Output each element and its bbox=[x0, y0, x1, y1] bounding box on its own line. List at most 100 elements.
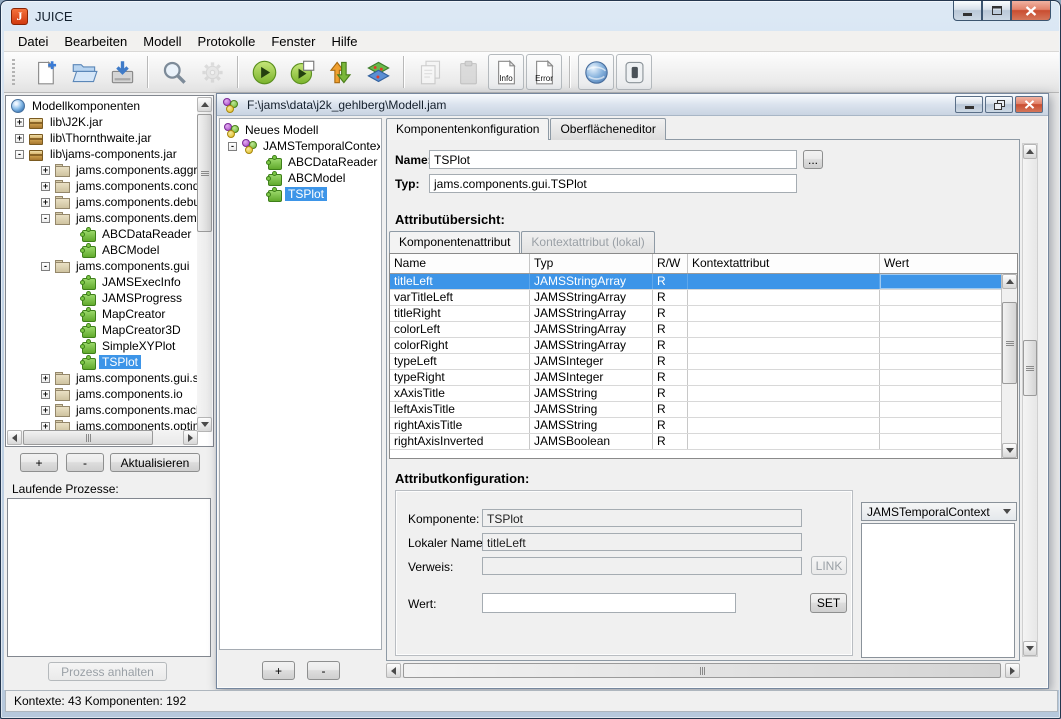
table-row-colorleft[interactable]: colorLeftJAMSStringArrayR bbox=[390, 322, 1017, 338]
device-button[interactable] bbox=[616, 54, 652, 90]
search-button[interactable] bbox=[156, 54, 192, 90]
paste-button[interactable] bbox=[450, 54, 486, 90]
tree-item-jams-components-machin[interactable]: +jams.components.machin bbox=[7, 402, 197, 418]
scroll-down-button[interactable] bbox=[1002, 443, 1017, 458]
tree-item-jams-components-gui-sp[interactable]: +jams.components.gui.sp bbox=[7, 370, 197, 386]
scroll-up-button[interactable] bbox=[1002, 274, 1017, 289]
expand-toggle-icon[interactable]: + bbox=[41, 182, 50, 191]
table-row-xaxistitle[interactable]: xAxisTitleJAMSStringR bbox=[390, 386, 1017, 402]
panel-vertical-scrollbar[interactable] bbox=[1022, 143, 1038, 657]
tree-item-jams-components-io[interactable]: +jams.components.io bbox=[7, 386, 197, 402]
table-row-rightaxisinverted[interactable]: rightAxisInvertedJAMSBooleanR bbox=[390, 434, 1017, 450]
tree-item-jams-components-debug[interactable]: +jams.components.debug bbox=[7, 194, 197, 210]
table-row-titleleft[interactable]: titleLeftJAMSStringArrayR bbox=[390, 274, 1017, 290]
scroll-down-button[interactable] bbox=[1023, 641, 1037, 656]
browse-button[interactable]: ... bbox=[803, 150, 823, 169]
expand-toggle-icon[interactable]: + bbox=[41, 390, 50, 399]
type-field[interactable]: jams.components.gui.TSPlot bbox=[429, 174, 797, 193]
value-field[interactable] bbox=[482, 593, 736, 613]
table-vertical-scrollbar[interactable] bbox=[1001, 274, 1017, 458]
component-tree-vertical-scrollbar[interactable] bbox=[197, 97, 212, 432]
column-header-r-w[interactable]: R/W bbox=[653, 254, 688, 273]
column-header-typ[interactable]: Typ bbox=[530, 254, 653, 273]
expand-toggle-icon[interactable]: + bbox=[41, 166, 50, 175]
tree-item-jamsprogress[interactable]: JAMSProgress bbox=[7, 290, 197, 306]
collapse-toggle-icon[interactable]: - bbox=[41, 214, 50, 223]
tree-item-jams-components-optimi[interactable]: +jams.components.optimi bbox=[7, 418, 197, 430]
model-add-button[interactable]: + bbox=[262, 661, 295, 680]
reference-field[interactable] bbox=[482, 557, 802, 575]
tree-item-abcdatareader[interactable]: ABCDataReader bbox=[7, 226, 197, 242]
scroll-down-button[interactable] bbox=[197, 417, 212, 432]
tree-item-tsplot[interactable]: TSPlot bbox=[7, 354, 197, 370]
menu-datei[interactable]: Datei bbox=[10, 32, 56, 51]
menu-bearbeiten[interactable]: Bearbeiten bbox=[56, 32, 135, 51]
column-header-wert[interactable]: Wert bbox=[880, 254, 1003, 273]
panel-horizontal-scrollbar[interactable] bbox=[386, 663, 1020, 678]
running-processes-list[interactable] bbox=[7, 498, 211, 657]
column-header-kontextattribut[interactable]: Kontextattribut bbox=[688, 254, 880, 273]
expand-toggle-icon[interactable]: + bbox=[41, 198, 50, 207]
tree-item-jams-components-gui[interactable]: -jams.components.gui bbox=[7, 258, 197, 274]
tab-kontextattribut-lokal[interactable]: Kontextattribut (lokal) bbox=[521, 231, 654, 253]
tree-item-mapcreator3d[interactable]: MapCreator3D bbox=[7, 322, 197, 338]
tree-item-modellkomponenten[interactable]: Modellkomponenten bbox=[7, 98, 197, 114]
scroll-up-button[interactable] bbox=[1023, 144, 1037, 159]
tree-item-jams-components-condit[interactable]: +jams.components.condit bbox=[7, 178, 197, 194]
menu-fenster[interactable]: Fenster bbox=[263, 32, 323, 51]
maximize-button[interactable] bbox=[982, 1, 1011, 21]
doc-minimize-button[interactable] bbox=[955, 96, 983, 113]
tree-item-abcdatareader[interactable]: ABCDataReader bbox=[222, 154, 380, 170]
scroll-thumb[interactable] bbox=[1023, 340, 1037, 396]
tree-item-mapcreator[interactable]: MapCreator bbox=[7, 306, 197, 322]
scroll-thumb[interactable] bbox=[197, 114, 212, 232]
component-tree-horizontal-scrollbar[interactable] bbox=[7, 430, 198, 445]
collapse-toggle-icon[interactable]: - bbox=[41, 262, 50, 271]
run-model-gui-button[interactable] bbox=[284, 54, 320, 90]
table-row-rightaxistitle[interactable]: rightAxisTitleJAMSStringR bbox=[390, 418, 1017, 434]
tree-item-jamsexecinfo[interactable]: JAMSExecInfo bbox=[7, 274, 197, 290]
save-model-button[interactable] bbox=[104, 54, 140, 90]
context-attribute-list[interactable] bbox=[861, 523, 1015, 658]
tab-oberflaecheneditor[interactable]: Oberflächeneditor bbox=[550, 118, 665, 140]
doc-close-button[interactable] bbox=[1015, 96, 1043, 113]
scroll-right-button[interactable] bbox=[183, 430, 198, 445]
table-row-typeright[interactable]: typeRightJAMSIntegerR bbox=[390, 370, 1017, 386]
scroll-thumb[interactable] bbox=[403, 663, 1001, 678]
table-row-vartitleleft[interactable]: varTitleLeftJAMSStringArrayR bbox=[390, 290, 1017, 306]
table-row-titleright[interactable]: titleRightJAMSStringArrayR bbox=[390, 306, 1017, 322]
tab-komponentenattribut[interactable]: Komponentenattribut bbox=[389, 231, 520, 253]
toolbar-grip[interactable] bbox=[12, 59, 15, 85]
expand-toggle-icon[interactable]: + bbox=[15, 118, 24, 127]
scroll-thumb[interactable] bbox=[23, 430, 153, 445]
run-model-button[interactable] bbox=[246, 54, 282, 90]
collapse-toggle-icon[interactable]: - bbox=[15, 150, 24, 159]
expand-toggle-icon[interactable]: + bbox=[41, 374, 50, 383]
tree-item-abcmodel[interactable]: ABCModel bbox=[7, 242, 197, 258]
info-log-button[interactable]: Info bbox=[488, 54, 524, 90]
menu-protokolle[interactable]: Protokolle bbox=[190, 32, 264, 51]
scroll-left-button[interactable] bbox=[386, 663, 401, 678]
tree-item-abcmodel[interactable]: ABCModel bbox=[222, 170, 380, 186]
set-button[interactable]: SET bbox=[810, 593, 847, 613]
remove-library-button[interactable]: - bbox=[66, 453, 104, 472]
open-model-button[interactable] bbox=[66, 54, 102, 90]
add-library-button[interactable]: + bbox=[20, 453, 58, 472]
scroll-right-button[interactable] bbox=[1005, 663, 1020, 678]
column-header-name[interactable]: Name bbox=[390, 254, 530, 273]
name-field[interactable]: TSPlot bbox=[429, 150, 797, 169]
tree-item-tsplot[interactable]: TSPlot bbox=[222, 186, 380, 202]
settings-button[interactable] bbox=[194, 54, 230, 90]
reload-button[interactable] bbox=[322, 54, 358, 90]
tree-item-lib-jams-components-jar[interactable]: -lib\jams-components.jar bbox=[7, 146, 197, 162]
tree-item-lib-thornthwaite-jar[interactable]: +lib\Thornthwaite.jar bbox=[7, 130, 197, 146]
link-button[interactable]: LINK bbox=[811, 556, 847, 575]
tree-item-neues-modell[interactable]: Neues Modell bbox=[222, 122, 380, 138]
tree-item-jams-components-aggre[interactable]: +jams.components.aggre bbox=[7, 162, 197, 178]
browser-button[interactable] bbox=[578, 54, 614, 90]
error-log-button[interactable]: Error bbox=[526, 54, 562, 90]
expand-toggle-icon[interactable]: + bbox=[41, 406, 50, 415]
context-dropdown[interactable]: JAMSTemporalContext bbox=[861, 502, 1017, 521]
scroll-thumb[interactable] bbox=[1002, 302, 1017, 384]
model-remove-button[interactable]: - bbox=[307, 661, 340, 680]
